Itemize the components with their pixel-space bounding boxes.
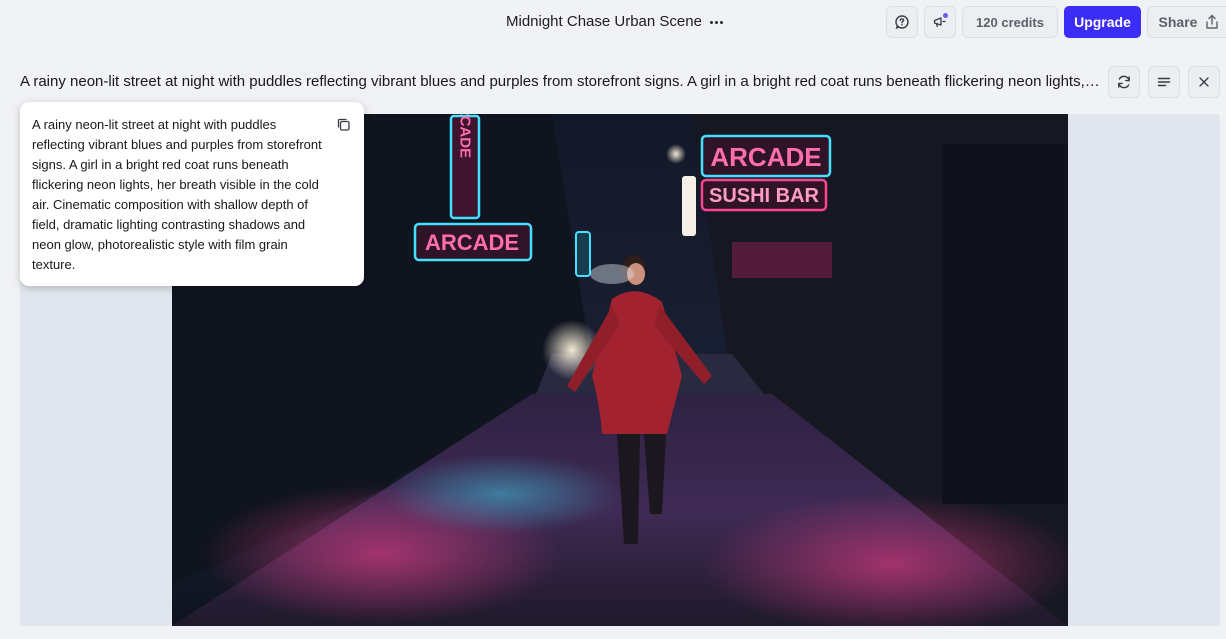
more-horizontal-icon[interactable] — [709, 20, 723, 24]
share-label: Share — [1158, 14, 1198, 30]
close-icon — [1199, 77, 1209, 87]
copy-prompt-button[interactable] — [334, 115, 352, 133]
page-title[interactable]: Midnight Chase Urban Scene — [506, 13, 723, 30]
details-button[interactable] — [1148, 66, 1180, 98]
share-icon — [1206, 14, 1219, 29]
top-bar: Midnight Chase Urban Scene 120 credits U… — [0, 0, 1226, 44]
prompt-tooltip: A rainy neon-lit street at night with pu… — [20, 102, 364, 286]
page-title-text: Midnight Chase Urban Scene — [506, 13, 702, 30]
credits-button[interactable]: 120 credits — [962, 6, 1058, 38]
announcements-button[interactable] — [924, 6, 956, 38]
prompt-tooltip-text: A rainy neon-lit street at night with pu… — [32, 117, 322, 272]
copy-icon — [337, 118, 350, 131]
close-button[interactable] — [1188, 66, 1220, 98]
chat-help-icon — [895, 15, 909, 30]
notification-dot — [943, 13, 948, 18]
share-button[interactable]: Share — [1147, 6, 1226, 38]
text-lines-icon — [1157, 77, 1171, 87]
refresh-icon — [1118, 75, 1130, 89]
upgrade-button[interactable]: Upgrade — [1064, 6, 1141, 38]
regenerate-button[interactable] — [1108, 66, 1140, 98]
prompt-text[interactable]: A rainy neon-lit street at night with pu… — [20, 73, 1102, 90]
feedback-button[interactable] — [886, 6, 918, 38]
